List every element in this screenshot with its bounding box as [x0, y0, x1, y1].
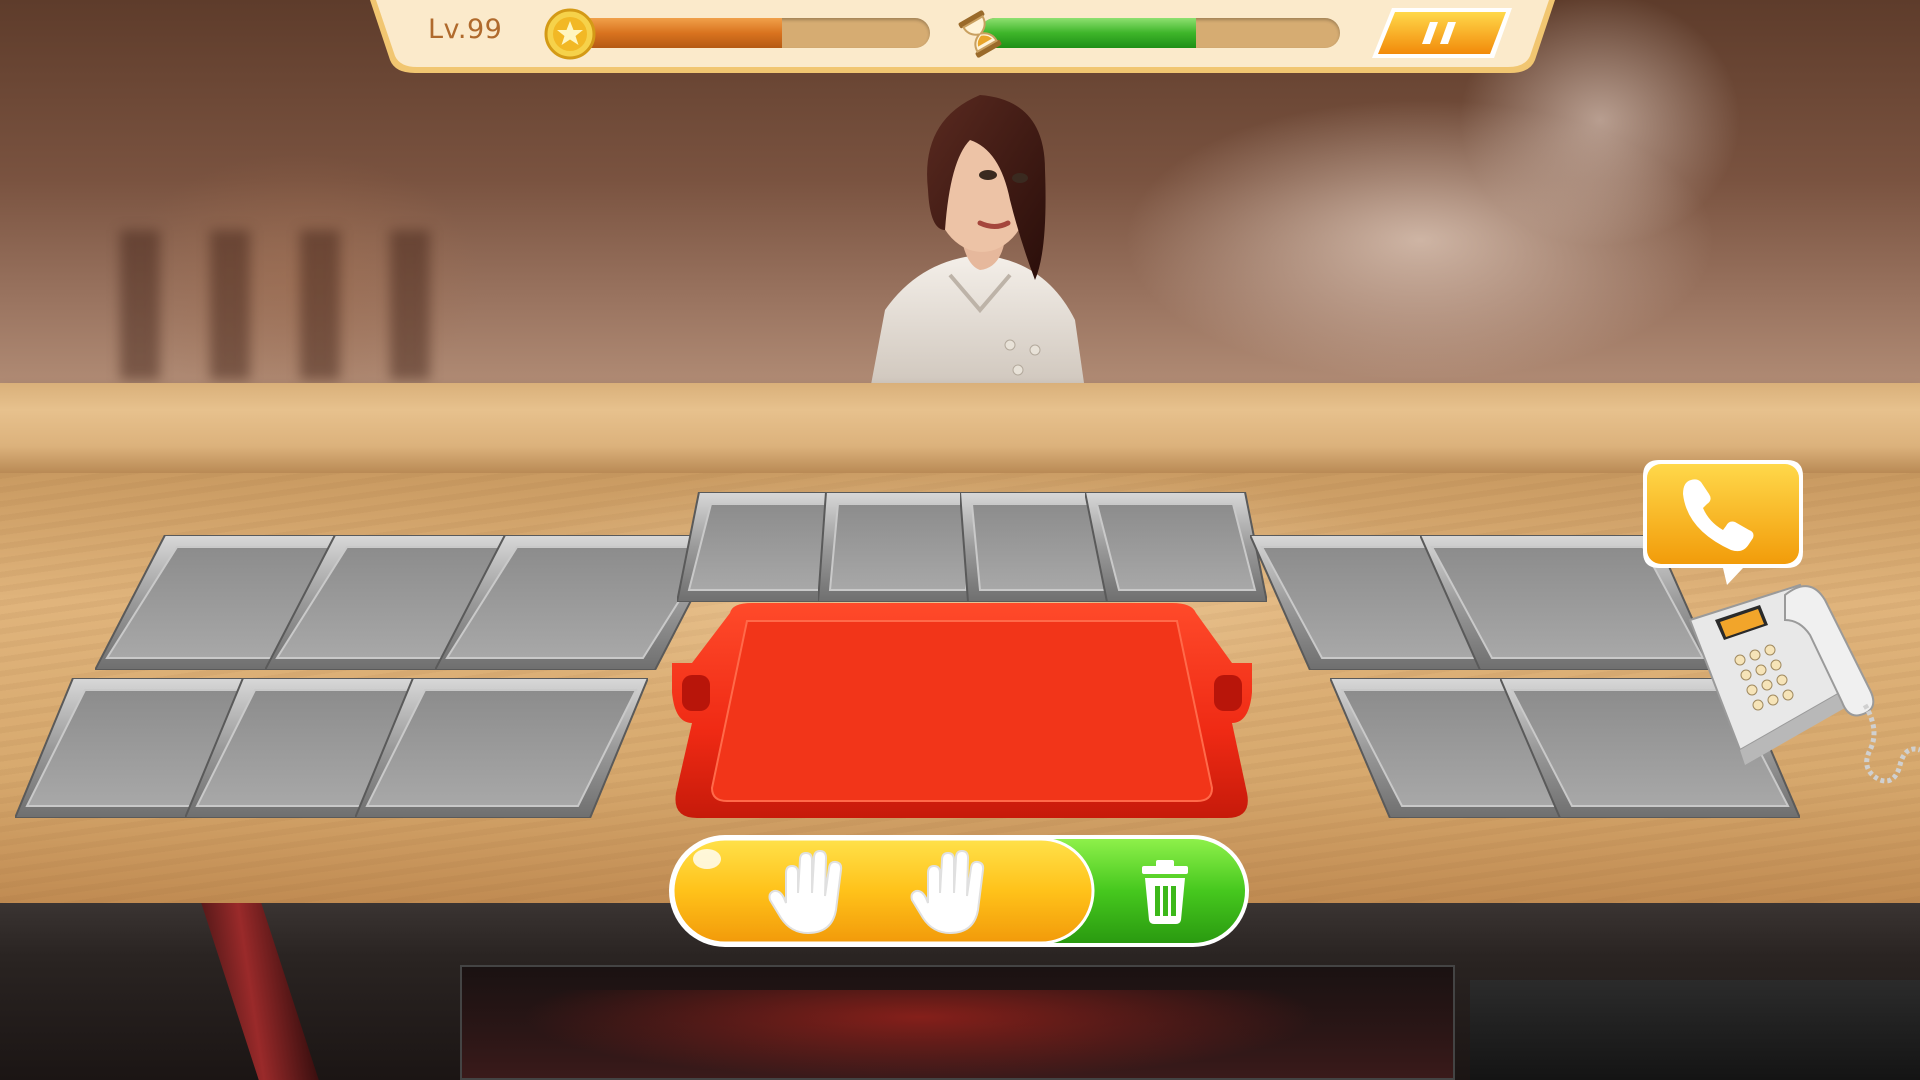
coin-progress-bar [560, 18, 930, 48]
hourglass-icon [958, 10, 1002, 58]
telephone[interactable] [1680, 580, 1920, 805]
hand-left-button[interactable] [766, 848, 856, 938]
serving-tray[interactable] [672, 603, 1252, 823]
hand-right-button[interactable] [908, 848, 998, 938]
counter-top [0, 383, 1920, 473]
time-progress-bar [980, 18, 1340, 48]
phone-call-button[interactable] [1643, 460, 1803, 585]
background-shelves [120, 230, 480, 380]
hand-icon [768, 849, 843, 935]
star-coin-icon [544, 8, 596, 60]
ingredient-tray[interactable] [355, 678, 648, 818]
level-label: Lv.99 [428, 14, 503, 45]
ingredient-tray[interactable] [1085, 492, 1267, 602]
time-progress-fill [980, 18, 1196, 48]
trash-button[interactable] [1080, 836, 1250, 946]
trash-icon [1142, 860, 1188, 924]
hand-icon [910, 849, 985, 935]
chef-character [870, 95, 1085, 390]
display-window-glow [520, 990, 1320, 1080]
pause-button[interactable] [1372, 8, 1512, 58]
stove-panel [1470, 980, 1920, 1080]
